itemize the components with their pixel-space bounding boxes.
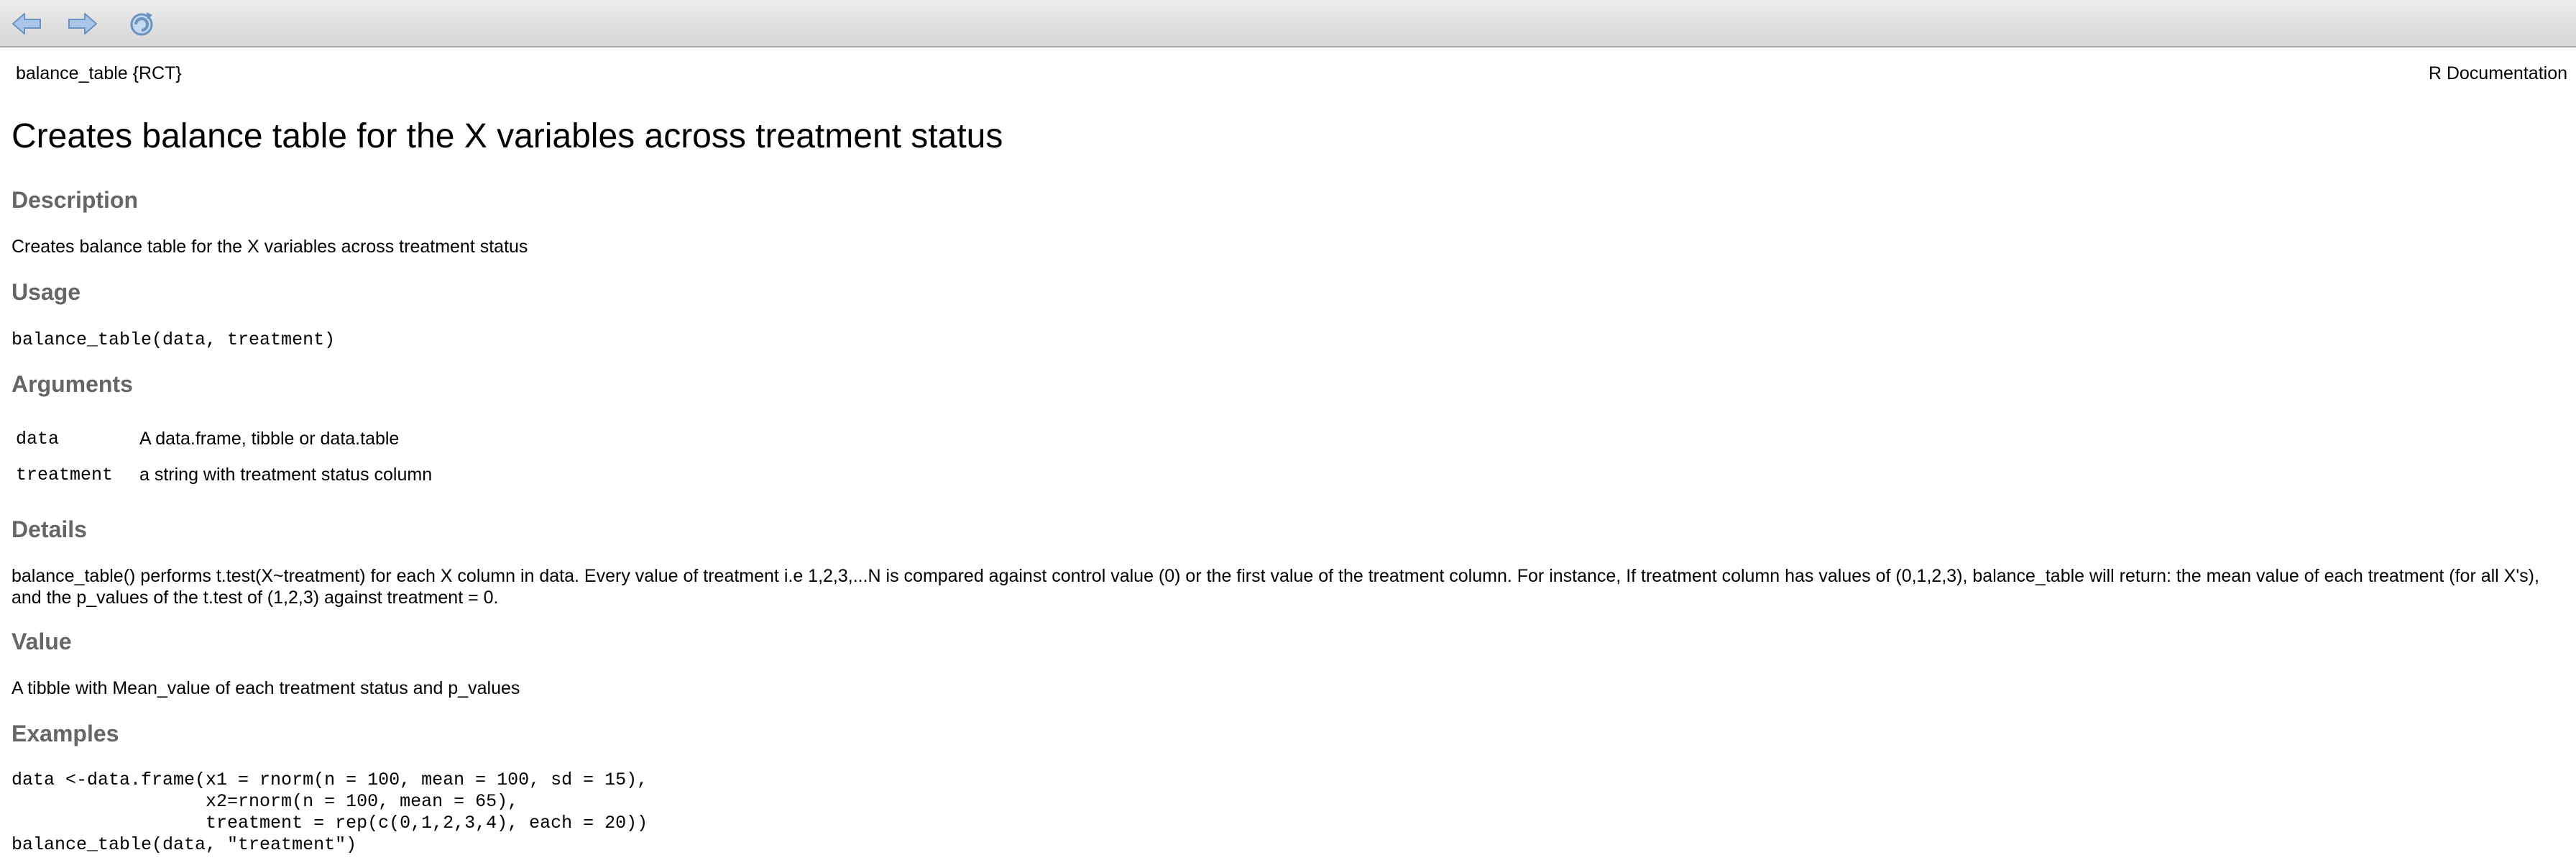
usage-code: balance_table(data, treatment)	[12, 329, 336, 350]
argument-name: data	[16, 428, 60, 449]
arguments-table: data A data.frame, tibble or data.table …	[12, 421, 436, 493]
arrow-left-icon	[12, 13, 41, 35]
argument-row: data A data.frame, tibble or data.table	[12, 421, 436, 457]
details-text: balance_table() performs t.test(X~treatm…	[12, 566, 2539, 608]
refresh-icon	[130, 12, 153, 36]
back-button[interactable]	[9, 7, 45, 40]
description-text: Creates balance table for the X variable…	[12, 237, 528, 257]
arguments-heading: Arguments	[12, 371, 133, 397]
description-heading: Description	[12, 187, 139, 213]
argument-description: a string with treatment status column	[139, 464, 433, 485]
argument-row: treatment a string with treatment status…	[12, 457, 436, 493]
value-text: A tibble with Mean_value of each treatme…	[12, 678, 520, 698]
doc-source: R Documentation	[2428, 63, 2567, 83]
refresh-button[interactable]	[124, 7, 160, 40]
value-heading: Value	[12, 629, 72, 654]
examples-heading: Examples	[12, 721, 119, 746]
details-heading: Details	[12, 516, 87, 542]
arrow-right-icon	[68, 13, 97, 35]
examples-code: data <-data.frame(x1 = rnorm(n = 100, me…	[12, 769, 648, 855]
page-title: Creates balance table for the X variable…	[12, 117, 1003, 155]
usage-heading: Usage	[12, 279, 81, 305]
topic-name: balance_table {RCT}	[16, 63, 182, 83]
doc-header: balance_table {RCT} R Documentation	[16, 63, 2567, 89]
argument-name: treatment	[16, 464, 114, 485]
browser-toolbar	[0, 0, 2576, 47]
argument-description: A data.frame, tibble or data.table	[139, 428, 400, 449]
forward-button[interactable]	[65, 7, 101, 40]
